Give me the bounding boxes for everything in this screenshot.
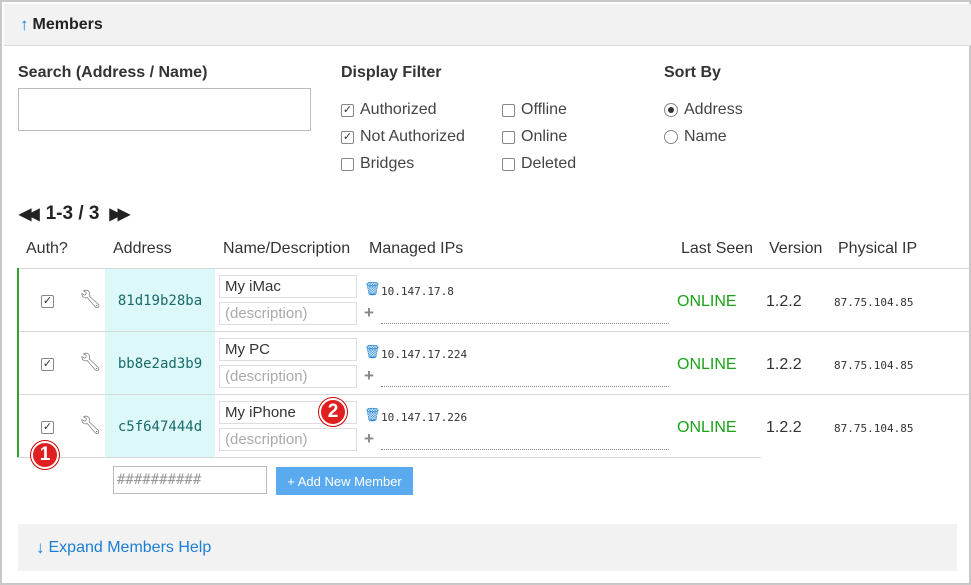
- authorized-indicator-bar: [17, 268, 19, 457]
- new-ip-input[interactable]: [381, 372, 669, 387]
- trash-icon[interactable]: 🗑︎: [364, 281, 381, 297]
- last-seen-status: ONLINE: [677, 356, 737, 373]
- wrench-icon[interactable]: 🔧︎: [79, 352, 102, 373]
- column-managed-ips: Managed IPs: [369, 240, 464, 257]
- member-description-input[interactable]: (description): [219, 365, 357, 388]
- new-member-address-input[interactable]: ##########: [113, 466, 267, 494]
- bridges-checkbox[interactable]: [341, 157, 354, 171]
- arrow-up-icon: ↑: [20, 14, 29, 34]
- sort-address-radio[interactable]: [664, 103, 678, 117]
- trash-icon[interactable]: 🗑︎: [364, 344, 381, 360]
- member-address: bb8e2ad3b9: [105, 332, 215, 395]
- deleted-checkbox[interactable]: [502, 157, 515, 171]
- page-range: 1-3 / 3: [45, 203, 100, 224]
- sort-address[interactable]: Address: [664, 101, 743, 119]
- column-address: Address: [113, 240, 172, 257]
- plus-icon[interactable]: +: [364, 429, 374, 449]
- last-seen-status: ONLINE: [677, 293, 737, 310]
- auth-checkbox[interactable]: ✓: [41, 421, 54, 434]
- column-version: Version: [769, 240, 823, 257]
- member-address: c5f647444d: [105, 395, 215, 458]
- wrench-icon[interactable]: 🔧︎: [79, 289, 102, 310]
- offline-checkbox[interactable]: [502, 103, 515, 117]
- expand-members-help[interactable]: ↓ Expand Members Help: [18, 524, 957, 571]
- physical-ip: 87.75.104.85: [834, 422, 914, 435]
- managed-ip: 10.147.17.224: [381, 348, 468, 361]
- previous-page-icon[interactable]: ◀◀: [19, 204, 40, 224]
- auth-checkbox[interactable]: ✓: [41, 358, 54, 371]
- member-version: 1.2.2: [766, 419, 802, 436]
- filter-deleted[interactable]: Deleted: [502, 155, 576, 173]
- not-authorized-checkbox[interactable]: ✓: [341, 130, 354, 144]
- managed-ip: 10.147.17.226: [381, 411, 468, 424]
- member-version: 1.2.2: [766, 356, 802, 373]
- physical-ip: 87.75.104.85: [834, 359, 914, 372]
- arrow-down-icon: ↓: [36, 537, 45, 557]
- next-page-icon[interactable]: ▶▶: [109, 204, 130, 224]
- member-name-input[interactable]: My PC: [219, 338, 357, 361]
- member-name-input[interactable]: My iMac: [219, 275, 357, 298]
- pager: ◀◀ 1-3 / 3 ▶▶: [19, 203, 130, 225]
- callout-badge-2: 2: [319, 398, 347, 426]
- callout-badge-1: 1: [31, 441, 59, 469]
- member-address: 81d19b28ba: [105, 269, 215, 332]
- online-checkbox[interactable]: [502, 130, 515, 144]
- column-name: Name/Description: [223, 240, 351, 257]
- search-input[interactable]: [18, 88, 311, 131]
- table-row: ✓ 🔧︎ bb8e2ad3b9 My PC (description) 🗑︎ 1…: [17, 331, 971, 395]
- member-version: 1.2.2: [766, 293, 802, 310]
- table-divider: [17, 457, 761, 458]
- filter-not-authorized[interactable]: ✓ Not Authorized: [341, 128, 465, 146]
- member-description-input[interactable]: (description): [219, 428, 357, 451]
- column-last-seen: Last Seen: [681, 240, 754, 257]
- member-description-input[interactable]: (description): [219, 302, 357, 325]
- filter-online[interactable]: Online: [502, 128, 567, 146]
- table-row: ✓ 🔧︎ c5f647444d My iPhone (description) …: [17, 394, 971, 458]
- new-ip-input[interactable]: [381, 435, 669, 450]
- sort-by-label: Sort By: [664, 64, 721, 81]
- trash-icon[interactable]: 🗑︎: [364, 407, 381, 423]
- authorized-checkbox[interactable]: ✓: [341, 103, 354, 117]
- filter-bridges[interactable]: Bridges: [341, 155, 414, 173]
- table-row: ✓ 🔧︎ 81d19b28ba My iMac (description) 🗑︎…: [17, 268, 971, 332]
- filter-authorized[interactable]: ✓ Authorized: [341, 101, 437, 119]
- members-title: Members: [32, 15, 103, 33]
- column-auth: Auth?: [26, 240, 68, 257]
- search-label: Search (Address / Name): [18, 64, 208, 81]
- expand-members-help-link[interactable]: Expand Members Help: [49, 539, 212, 557]
- column-physical-ip: Physical IP: [838, 240, 918, 257]
- wrench-icon[interactable]: 🔧︎: [79, 415, 102, 436]
- plus-icon[interactable]: +: [364, 366, 374, 386]
- physical-ip: 87.75.104.85: [834, 296, 914, 309]
- plus-icon[interactable]: +: [364, 303, 374, 323]
- new-ip-input[interactable]: [381, 309, 669, 324]
- last-seen-status: ONLINE: [677, 419, 737, 436]
- members-panel: ↑ Members Search (Address / Name) Displa…: [0, 0, 971, 585]
- managed-ip: 10.147.17.8: [381, 285, 454, 298]
- add-new-member-button[interactable]: + Add New Member: [276, 467, 413, 495]
- members-header[interactable]: ↑ Members: [4, 4, 971, 46]
- filter-offline[interactable]: Offline: [502, 101, 567, 119]
- sort-name-radio[interactable]: [664, 130, 678, 144]
- display-filter-label: Display Filter: [341, 64, 442, 81]
- auth-checkbox[interactable]: ✓: [41, 295, 54, 308]
- sort-name[interactable]: Name: [664, 128, 727, 146]
